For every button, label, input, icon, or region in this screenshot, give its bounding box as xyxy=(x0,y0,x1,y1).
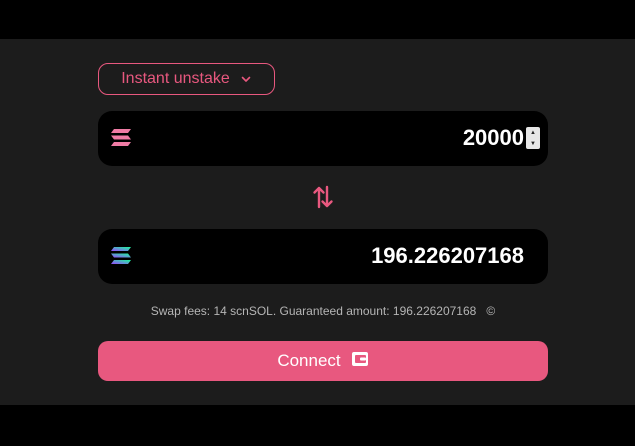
swap-fees-text: Swap fees: 14 scnSOL. Guaranteed amount:… xyxy=(150,304,477,318)
stepper-up-icon[interactable]: ▲ xyxy=(526,127,540,138)
connect-button[interactable]: Connect xyxy=(98,341,548,381)
mode-select-label: Instant unstake xyxy=(121,70,230,87)
chevron-down-icon xyxy=(240,73,252,85)
solana-gradient-icon xyxy=(110,246,132,266)
copyright-icon: © xyxy=(486,304,496,318)
from-amount-input[interactable] xyxy=(324,123,524,153)
swap-fees-info: Swap fees: 14 scnSOL. Guaranteed amount:… xyxy=(98,304,548,318)
stepper-down-icon[interactable]: ▼ xyxy=(526,138,540,149)
to-amount-value: 196.226207168 xyxy=(371,243,524,268)
swap-direction-button[interactable] xyxy=(312,184,334,210)
from-token-box: ▲ ▼ xyxy=(98,111,548,166)
wallet-icon xyxy=(351,351,369,372)
sol-icon xyxy=(110,128,132,148)
mode-select-dropdown[interactable]: Instant unstake xyxy=(98,63,275,95)
to-token-box: 196.226207168 xyxy=(98,229,548,284)
connect-label: Connect xyxy=(277,351,341,370)
swap-arrows-icon xyxy=(312,185,334,214)
amount-stepper[interactable]: ▲ ▼ xyxy=(526,127,540,149)
